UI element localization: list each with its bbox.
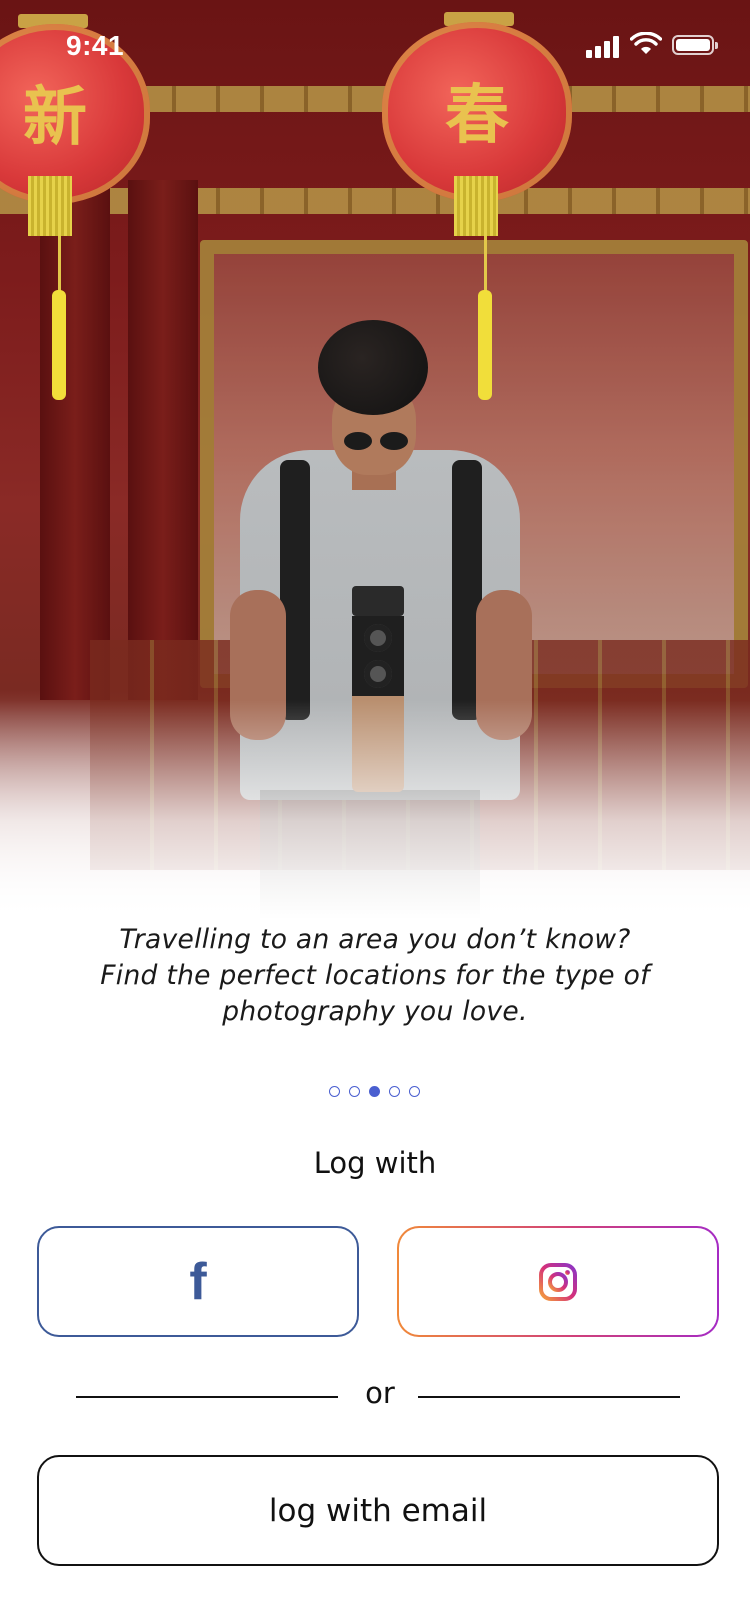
email-login-button[interactable]: log with email bbox=[37, 1455, 719, 1566]
status-time: 9:41 bbox=[66, 30, 125, 61]
temple-pillar bbox=[128, 180, 198, 700]
pagination-dot[interactable] bbox=[329, 1086, 340, 1097]
camera-lens bbox=[364, 624, 392, 652]
tassel-string bbox=[484, 236, 487, 296]
hero-photo: 新 春 bbox=[0, 0, 750, 920]
tagline-line: Travelling to an area you don’t know? bbox=[119, 924, 631, 955]
tassel-string bbox=[58, 236, 61, 296]
instagram-icon bbox=[539, 1262, 577, 1301]
camera-body bbox=[352, 616, 404, 696]
instagram-login-button[interactable] bbox=[397, 1226, 719, 1337]
log-with-label: Log with bbox=[313, 1146, 437, 1180]
person-hair bbox=[318, 320, 428, 415]
divider-left bbox=[76, 1396, 338, 1398]
tagline-line: Find the perfect locations for the type … bbox=[100, 960, 650, 991]
battery-icon bbox=[672, 35, 718, 55]
wifi-icon bbox=[630, 32, 662, 54]
temple-pillar bbox=[40, 180, 110, 700]
facebook-login-button[interactable]: f bbox=[37, 1226, 359, 1337]
lantern-tassel bbox=[454, 176, 498, 236]
hero-fade-overlay bbox=[0, 700, 750, 920]
pagination-dot[interactable] bbox=[389, 1086, 400, 1097]
cellular-signal-icon bbox=[586, 34, 624, 58]
pagination-dot-active[interactable] bbox=[369, 1086, 380, 1097]
pagination-dot[interactable] bbox=[349, 1086, 360, 1097]
status-bar: 9:41 bbox=[0, 0, 750, 92]
pagination-dot[interactable] bbox=[409, 1086, 420, 1097]
camera-viewfinder bbox=[352, 586, 404, 616]
tagline-line: photography you love. bbox=[222, 996, 528, 1027]
onboarding-tagline: Travelling to an area you don’t know? Fi… bbox=[70, 922, 680, 1030]
sunglasses-lens bbox=[344, 432, 372, 450]
or-label: or bbox=[365, 1376, 395, 1410]
email-login-label: log with email bbox=[268, 1492, 488, 1529]
facebook-icon: f bbox=[189, 1252, 207, 1311]
camera-lens bbox=[364, 660, 392, 688]
temple-gold-band bbox=[0, 188, 750, 214]
lantern-tassel bbox=[28, 176, 72, 236]
sunglasses-lens bbox=[380, 432, 408, 450]
tassel-long bbox=[52, 290, 66, 400]
divider-right bbox=[418, 1396, 680, 1398]
